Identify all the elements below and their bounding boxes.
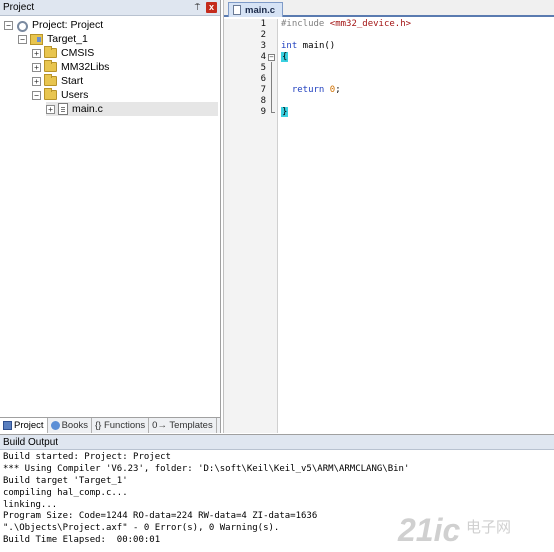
line-number-gutter: 1 2 3 4 5 6 7 8 9 − [224,19,278,433]
code-token: } [281,107,289,117]
line-number: 5 [260,63,266,73]
tree-item-label: MM32Libs [61,61,110,73]
code-token: { [281,52,289,62]
code-token: #include [281,19,330,29]
tree-item-cmsis[interactable]: + CMSIS [32,46,94,60]
code-line: int main() [281,41,335,52]
tab-label: Books [61,420,88,431]
code-text-area[interactable]: #include <mm32_device.h> int main(){ retu… [279,19,554,433]
code-line: { [281,52,289,63]
line-number: 1 [260,19,266,29]
code-token: main() [297,41,336,51]
line-number: 8 [260,96,266,106]
tab-project[interactable]: Project [0,418,48,433]
project-panel-header: Project ⍑ x [0,0,220,16]
tree-item-mm32libs[interactable]: + MM32Libs [32,60,109,74]
tree-item-start[interactable]: + Start [32,74,83,88]
tab-books[interactable]: Books [48,418,92,433]
tree-item-target[interactable]: − Target_1 [18,32,88,46]
tree-item-users[interactable]: − Users [32,88,88,102]
tree-item-label: Start [61,75,84,87]
project-panel-title: Project [3,2,35,13]
code-line: } [281,107,289,118]
code-line: #include <mm32_device.h> [281,19,411,30]
tab-label: 0→ Templates [152,420,213,431]
watermark-subtext: 电子网 [466,518,511,536]
books-icon [50,421,60,430]
folder-icon [44,46,57,58]
project-tab-icon [3,421,12,430]
code-token: ; [335,85,341,95]
code-editor: main.c 1 2 3 4 5 6 7 8 9 − #include <mm32_device.… [223,0,554,433]
line-number: 6 [260,74,266,84]
build-output-line: *** Using Compiler 'V6.23', folder: 'D:\… [3,463,410,474]
line-number: 7 [260,85,266,95]
expand-icon[interactable]: + [32,76,41,86]
fold-guide-line [271,62,272,112]
tree-item-label: Project: Project [32,19,104,31]
tree-item-label: CMSIS [61,47,95,59]
tree-item-label: Users [61,89,89,101]
expand-icon[interactable]: + [32,48,41,58]
build-output-panel: Build Output Build started: Project: Pro… [0,434,554,552]
line-number: 2 [260,30,266,40]
tab-label: {} Functions [94,420,146,431]
project-icon [16,19,28,32]
fold-collapse-icon[interactable]: − [268,54,275,61]
tab-templates[interactable]: 0→ Templates [149,418,217,433]
collapse-icon[interactable]: − [18,34,27,44]
build-output-line: Build target 'Target_1' [3,475,128,486]
editor-tab-main-c[interactable]: main.c [228,2,284,17]
code-line: return 0; [281,85,341,96]
folder-icon [44,60,57,72]
project-panel-tabs: Project Books {} Functions 0→ Templates [0,417,220,433]
target-icon [30,33,43,45]
folder-icon [44,74,57,86]
tab-functions[interactable]: {} Functions [92,418,150,433]
close-panel-button[interactable]: x [206,2,217,13]
tree-item-project[interactable]: − Project: Project [4,18,103,32]
build-output-line: compiling hal_comp.c... [3,487,128,498]
line-number: 9 [260,107,266,117]
watermark-logo: 21ic 电子网 [397,512,511,548]
editor-tab-label: main.c [245,4,276,16]
pin-icon[interactable]: ⍑ [192,2,203,13]
code-token: int [281,41,298,51]
editor-tab-strip: main.c [224,0,554,17]
collapse-icon[interactable]: − [32,90,41,100]
build-output-line: Build started: Project: Project [3,452,171,462]
tree-item-label: Target_1 [47,33,88,45]
build-output-title: Build Output [3,436,59,448]
tree-item-main-c[interactable]: + main.c [46,102,218,116]
build-output-header: Build Output [0,435,554,450]
code-token: <mm32_device.h> [329,19,412,29]
expand-icon[interactable]: + [46,104,55,114]
watermark-text: 21ic [397,512,460,548]
fold-end-marker [271,112,275,113]
c-file-icon [58,103,68,115]
code-token: return [291,85,325,95]
file-icon [233,5,241,15]
project-panel: Project ⍑ x − Project: Project − Target_… [0,0,221,433]
tab-label: Project [14,420,44,431]
expand-icon[interactable]: + [32,62,41,72]
line-number: 3 [260,41,266,51]
collapse-icon[interactable]: − [4,20,13,30]
line-number: 4 [260,52,266,62]
tree-item-label: main.c [72,103,103,115]
folder-open-icon [44,88,57,100]
